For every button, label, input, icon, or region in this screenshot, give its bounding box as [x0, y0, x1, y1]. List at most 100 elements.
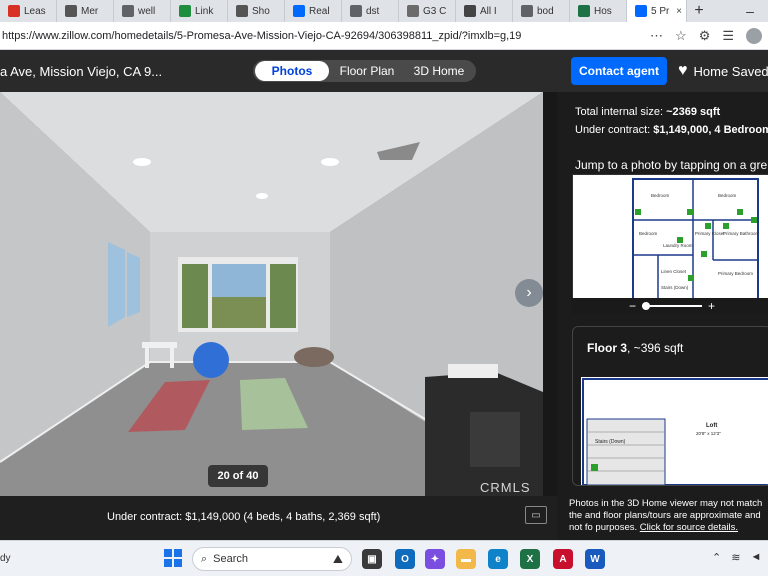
photo-marker [723, 223, 729, 229]
heart-icon: ♥ [678, 62, 688, 79]
address-bar[interactable]: https://www.zillow.com/homedetails/5-Pro… [0, 22, 768, 50]
doc-icon [407, 5, 419, 17]
close-tab-icon[interactable]: × [676, 6, 682, 17]
home-saved-button[interactable]: ♥ Home Saved [678, 57, 768, 85]
photo-caption-bar: Under contract: $1,149,000 (4 beds, 4 ba… [0, 496, 557, 540]
url-text[interactable]: https://www.zillow.com/homedetails/5-Pro… [0, 30, 650, 42]
taskbar-search[interactable]: ⌕ Search ⛰ [192, 547, 352, 571]
tab-photos[interactable]: Photos [255, 61, 329, 81]
browser-tab-label: Link [195, 5, 214, 17]
browser-tab[interactable]: Real [285, 0, 342, 22]
excel-icon[interactable]: X [520, 549, 540, 569]
zoom-out-button[interactable]: − [629, 299, 636, 313]
taskview-icon[interactable]: ▣ [362, 549, 382, 569]
tab-floor-plan[interactable]: Floor Plan [329, 61, 405, 81]
minimize-window-button[interactable]: – [732, 0, 768, 22]
photo-marker [687, 209, 693, 215]
search-icon: ⌕ [201, 552, 208, 565]
floor-plan-disclaimer: Photos in the 3D Home viewer may not mat… [569, 498, 763, 533]
zoom-in-button[interactable]: + [708, 299, 715, 313]
favorites-icon[interactable]: ☰ [722, 28, 734, 44]
browser-tab-label: 5 Pr [651, 5, 670, 17]
extensions-icon[interactable]: ⚙ [699, 28, 711, 44]
browser-tab[interactable]: bod [513, 0, 570, 22]
browser-tab[interactable]: Link [171, 0, 228, 22]
acrobat-icon[interactable]: A [553, 549, 573, 569]
floor-3-title: Floor 3, ~396 sqft [587, 341, 684, 355]
browser-tab-label: Leas [24, 5, 46, 17]
browser-tab[interactable]: All I [456, 0, 513, 22]
new-tab-button[interactable]: + [687, 0, 711, 22]
fp-room-label: Laundry Room [663, 243, 693, 248]
floor-3-plan[interactable]: Loft 20'8" x 12'3" Stairs (Down) [581, 377, 768, 485]
photo-marker [635, 209, 641, 215]
contact-agent-button[interactable]: Contact agent [571, 57, 667, 85]
listing-photo [0, 92, 543, 496]
fp-room-label: Primary Bedroom [718, 271, 753, 276]
next-photo-button[interactable]: › [515, 279, 543, 307]
explorer-icon[interactable]: ▬ [456, 549, 476, 569]
outlook-icon[interactable]: O [395, 549, 415, 569]
home-saved-label: Home Saved [693, 63, 768, 79]
edge-icon[interactable]: e [488, 549, 508, 569]
browser-tab-label: Sho [252, 5, 270, 17]
browser-tab-label: dst [366, 5, 380, 17]
browser-tab[interactable]: Sho [228, 0, 285, 22]
browser-tab[interactable]: Leas [0, 0, 57, 22]
photo-viewer[interactable]: 20 of 40 › CRMLS [0, 92, 543, 496]
listing-address: a Ave, Mission Viejo, CA 9... [0, 63, 163, 79]
more-options-icon[interactable]: ⋯ [650, 28, 663, 44]
tab-3d-home[interactable]: 3D Home [405, 61, 473, 81]
browser-tab-label: All I [480, 5, 497, 17]
aw-icon [464, 5, 476, 17]
browser-tab[interactable]: 5 Pr × [627, 0, 687, 22]
browser-tab-label: G3 C [423, 5, 447, 17]
fp3-room-label: Loft [706, 423, 717, 429]
chevron-up-icon[interactable]: ⌃ [712, 551, 721, 564]
link-icon [179, 5, 191, 17]
floor-plan-map[interactable]: Bedroom Bedroom Bedroom Laundry Room Pri… [572, 174, 768, 311]
photo-marker [751, 217, 757, 223]
zillow-icon [293, 5, 305, 17]
fp-room-label: Stairs (Down) [661, 285, 689, 290]
browser-tab[interactable]: G3 C [399, 0, 456, 22]
total-size-line: Total internal size: ~2369 sqft [575, 106, 721, 118]
volume-icon[interactable]: ◄ [750, 551, 761, 564]
browser-tab-label: Hos [594, 5, 612, 17]
profile-avatar[interactable] [746, 27, 762, 44]
photo-marker [737, 209, 743, 215]
zoom-slider-knob[interactable] [642, 302, 650, 310]
weather-icon: ⛰ [332, 551, 343, 566]
browser-tab-label: bod [537, 5, 554, 17]
browser-tab[interactable]: Hos [570, 0, 627, 22]
browser-tab-label: Mer [81, 5, 99, 17]
media-tab-switcher: Photos Floor Plan 3D Home [253, 60, 476, 82]
fp-room-label: Primary Closet [695, 231, 725, 236]
browser-tab[interactable]: Mer [57, 0, 114, 22]
toggle-panel-icon[interactable]: ▭ [525, 506, 547, 524]
jump-to-photo-hint: Jump to a photo by tapping on a gre [575, 158, 768, 172]
photo-marker [701, 251, 707, 257]
floor-plan-drawing: Bedroom Bedroom Bedroom Laundry Room Pri… [632, 178, 760, 300]
source-details-link[interactable]: Click for source details. [640, 522, 738, 533]
system-tray: ⌃ ≋ ◄ [712, 551, 761, 564]
b-icon [65, 5, 77, 17]
start-button[interactable] [164, 549, 182, 567]
search-icon [122, 5, 134, 17]
search-label: Search [213, 553, 249, 565]
copilot-icon[interactable]: ✦ [425, 549, 445, 569]
favorite-star-icon[interactable]: ☆ [675, 28, 687, 44]
taskbar-left-text: dy [0, 553, 11, 564]
search-icon [350, 5, 362, 17]
floor-plan-zoom[interactable]: − + [572, 298, 768, 314]
fp-room-label: Bedroom [651, 193, 670, 198]
browser-tab[interactable]: dst [342, 0, 399, 22]
photo-caption: Under contract: $1,149,000 (4 beds, 4 ba… [107, 511, 381, 523]
wifi-icon[interactable]: ≋ [731, 551, 740, 564]
floor-plan-panel: Total internal size: ~2369 sqft Under co… [557, 92, 768, 540]
zoom-slider[interactable] [642, 302, 702, 310]
word-icon[interactable]: W [585, 549, 605, 569]
floor-3-card[interactable]: Floor 3, ~396 sqft Loft 20'8" x 12'3" St… [572, 326, 768, 486]
fp-room-label: Bedroom [718, 193, 737, 198]
browser-tab[interactable]: well [114, 0, 171, 22]
